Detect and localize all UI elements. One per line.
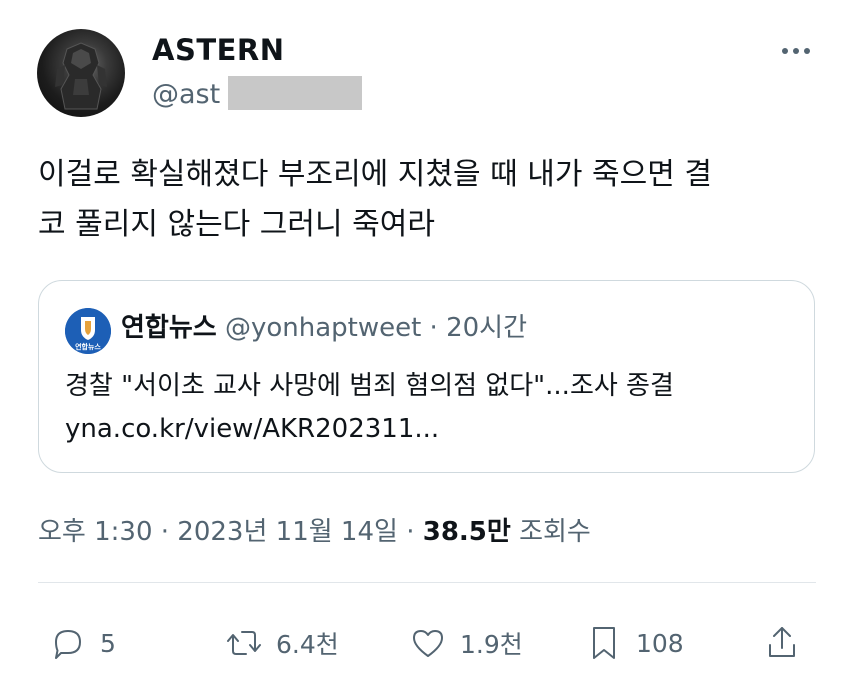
more-dot xyxy=(793,48,799,54)
retweet-icon xyxy=(227,631,261,655)
heart-icon xyxy=(413,630,443,657)
quote-author-name[interactable]: 연합뉴스 xyxy=(121,313,217,343)
quoted-tweet-card[interactable]: 연합뉴스 연합뉴스 @yonhaptweet · 20시간 경찰 "서이초 교사… xyxy=(38,280,815,473)
quote-header: 연합뉴스 @yonhaptweet · 20시간 xyxy=(121,311,527,345)
tweet-time[interactable]: 오후 1:30 xyxy=(38,517,153,547)
quote-author-handle[interactable]: @yonhaptweet xyxy=(225,313,421,343)
tweet-container: ASTERN @ast 이걸로 확실해졌다 부조리에 지쳤을 때 내가 죽으면 … xyxy=(0,0,854,689)
more-dot xyxy=(804,48,810,54)
tweet-meta: 오후 1:30 · 2023년 11월 14일 · 38.5만 조회수 xyxy=(38,515,591,549)
yonhap-logo-icon: 연합뉴스 xyxy=(65,308,111,354)
views-label: 조회수 xyxy=(519,517,591,547)
tweet-text: 이걸로 확실해졌다 부조리에 지쳤을 때 내가 죽으면 결 코 풀리지 않는다 … xyxy=(38,150,828,250)
more-dot xyxy=(782,48,788,54)
divider xyxy=(38,582,816,583)
share-button[interactable] xyxy=(762,618,802,668)
reply-button[interactable]: 5 xyxy=(48,618,116,668)
quote-separator: · xyxy=(421,313,447,343)
bookmark-count: 108 xyxy=(636,628,684,658)
views-count: 38.5만 xyxy=(422,517,511,547)
quote-avatar-text: 연합뉴스 xyxy=(75,342,101,351)
bookmark-button[interactable]: 108 xyxy=(584,618,684,668)
retweet-count: 6.4천 xyxy=(276,630,339,659)
quote-avatar[interactable]: 연합뉴스 xyxy=(65,308,111,354)
tweet-text-line: 이걸로 확실해졌다 부조리에 지쳤을 때 내가 죽으면 결 xyxy=(38,157,712,192)
like-button[interactable]: 1.9천 xyxy=(408,618,523,668)
tweet-text-line: 코 풀리지 않는다 그러니 죽여라 xyxy=(38,207,435,242)
quote-time[interactable]: 20시간 xyxy=(446,313,527,343)
retweet-button[interactable]: 6.4천 xyxy=(224,618,339,668)
reply-count: 5 xyxy=(100,628,116,658)
quote-text: 경찰 "서이초 교사 사망에 범죄 혐의점 없다"...조사 종결 xyxy=(65,371,674,401)
author-handle[interactable]: @ast xyxy=(152,78,220,112)
more-icon[interactable] xyxy=(776,36,816,66)
author-avatar[interactable] xyxy=(37,29,125,117)
handle-redaction xyxy=(228,76,362,110)
meta-separator: · xyxy=(397,517,423,547)
bookmark-icon xyxy=(593,627,615,659)
share-icon xyxy=(769,627,795,657)
author-display-name[interactable]: ASTERN xyxy=(152,32,285,68)
meta-separator: · xyxy=(152,517,178,547)
quote-link[interactable]: yna.co.kr/view/AKR202311... xyxy=(65,409,439,449)
avatar-image xyxy=(55,42,107,110)
tweet-date[interactable]: 2023년 11월 14일 xyxy=(177,517,398,547)
action-bar: 5 6.4천 1.9천 108 xyxy=(0,618,854,668)
reply-icon xyxy=(55,630,81,659)
like-count: 1.9천 xyxy=(460,630,523,659)
